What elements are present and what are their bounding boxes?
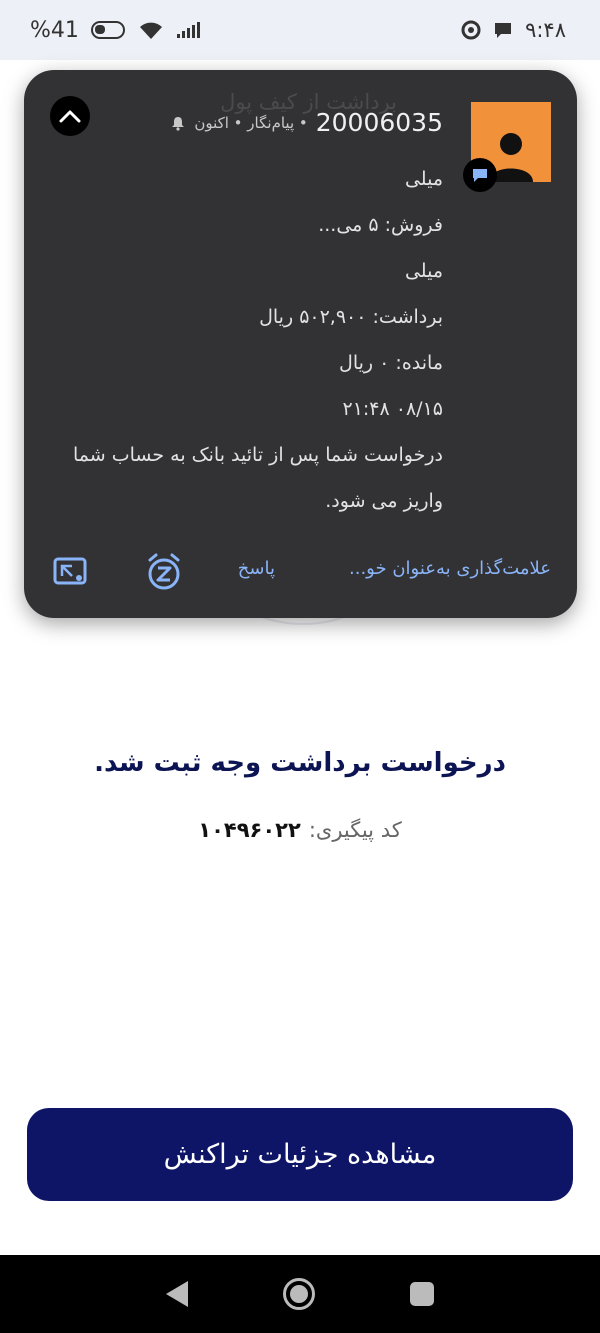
wifi-icon <box>139 22 162 39</box>
signal-icon <box>176 22 200 38</box>
back-icon[interactable] <box>166 1281 188 1307</box>
notification-body: میلی فروش: ۵ می... میلی برداشت: ۵۰۲,۹۰۰ … <box>43 156 443 524</box>
view-transaction-details-button[interactable]: مشاهده جزئیات تراکنش <box>27 1108 573 1201</box>
tracking-label: کد پیگیری: <box>308 818 402 842</box>
home-icon[interactable] <box>283 1278 315 1310</box>
navigation-bar <box>0 1255 600 1333</box>
notification-meta: • پیام‌نگار • اکنون <box>194 113 308 132</box>
body-line: میلی <box>404 168 443 190</box>
mark-as-read-button[interactable]: علامت‌گذاری به‌عنوان خو... <box>349 558 551 579</box>
status-right: ۹:۴۸ <box>461 18 566 42</box>
message-badge-icon <box>473 169 487 182</box>
battery-level: %41 <box>30 17 79 43</box>
snooze-icon[interactable] <box>144 552 184 592</box>
body-line: میلی <box>404 260 443 282</box>
body-message: درخواست شما پس از تائید بانک به حساب شما… <box>72 444 443 512</box>
chrome-icon <box>461 20 481 40</box>
tracking-code: ۱۰۴۹۶۰۲۲ <box>198 818 301 842</box>
bell-icon <box>172 116 185 131</box>
success-title: درخواست برداشت وجه ثبت شد. <box>94 748 506 778</box>
chevron-up-icon <box>59 110 81 123</box>
notification-header: 20006035 • پیام‌نگار • اکنون <box>170 108 443 137</box>
status-left: %41 <box>30 18 200 43</box>
body-line: ۰۸/۱۵ ۲۱:۴۸ <box>342 398 443 420</box>
reply-button[interactable]: پاسخ <box>238 558 275 579</box>
tracking-row: کد پیگیری: ۱۰۴۹۶۰۲۲ <box>0 818 600 842</box>
recents-icon[interactable] <box>410 1282 434 1306</box>
picture-in-picture-icon[interactable] <box>52 554 88 590</box>
body-line: مانده: ۰ ریال <box>339 352 443 374</box>
sender-number: 20006035 <box>315 108 443 137</box>
sms-notification[interactable]: برداشت از کیف پول 20006035 • پیام‌نگار •… <box>24 70 577 618</box>
message-badge <box>463 158 497 192</box>
body-line: فروش: ۵ می... <box>318 214 443 236</box>
body-line: برداشت: ۵۰۲,۹۰۰ ریال <box>259 306 443 328</box>
clock: ۹:۴۸ <box>525 18 566 42</box>
notification-actions: علامت‌گذاری به‌عنوان خو... پاسخ <box>24 548 577 598</box>
collapse-button[interactable] <box>50 96 90 136</box>
status-bar: %41 ۹:۴۸ <box>0 0 600 60</box>
battery-icon <box>90 21 125 39</box>
chat-bubble-icon <box>495 23 512 38</box>
